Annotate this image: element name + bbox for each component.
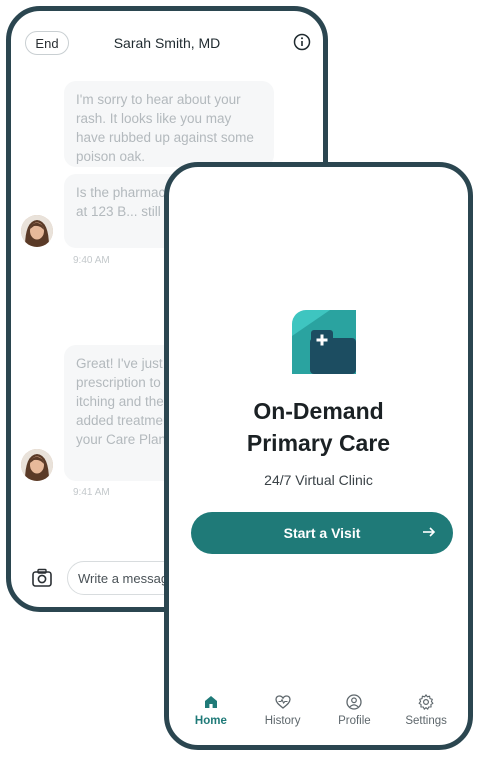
heart-icon — [274, 695, 291, 709]
chat-header: End Sarah Smith, MD — [11, 11, 323, 69]
doctor-avatar — [21, 215, 53, 247]
app-title-line-2: Primary Care — [246, 430, 391, 456]
tab-bar: Home History Profile Settings — [169, 683, 468, 745]
home-screen: On-Demand Primary Care 24/7 Virtual Clin… — [164, 162, 473, 750]
home-icon — [204, 696, 217, 708]
tab-home[interactable]: Home — [176, 683, 246, 727]
start-visit-button[interactable]: Start a Visit — [191, 512, 453, 554]
app-title-line-1: On-Demand — [253, 398, 384, 424]
message-time: 9:40 AM — [73, 255, 110, 266]
app-subtitle: 24/7 Virtual Clinic — [264, 472, 373, 488]
app-logo-icon — [292, 310, 356, 374]
chat-message: I'm sorry to hear about your rash. It lo… — [64, 81, 274, 167]
tab-label: Profile — [338, 715, 371, 727]
tab-history[interactable]: History — [248, 683, 318, 727]
profile-icon — [346, 694, 363, 710]
arrow-right-icon — [423, 527, 436, 537]
doctor-avatar — [21, 449, 53, 481]
tab-label: Home — [194, 715, 227, 727]
start-visit-label: Start a Visit — [283, 525, 361, 541]
tab-label: History — [264, 715, 301, 727]
info-icon[interactable] — [293, 33, 311, 51]
tab-settings[interactable]: Settings — [391, 683, 461, 727]
doctor-name: Sarah Smith, MD — [113, 35, 221, 51]
camera-icon[interactable] — [31, 567, 53, 589]
tab-label: Settings — [405, 715, 447, 727]
tab-profile[interactable]: Profile — [319, 683, 389, 727]
message-time: 9:41 AM — [73, 487, 110, 498]
gear-icon — [418, 694, 434, 710]
app-title: On-Demand Primary Care — [169, 395, 468, 459]
